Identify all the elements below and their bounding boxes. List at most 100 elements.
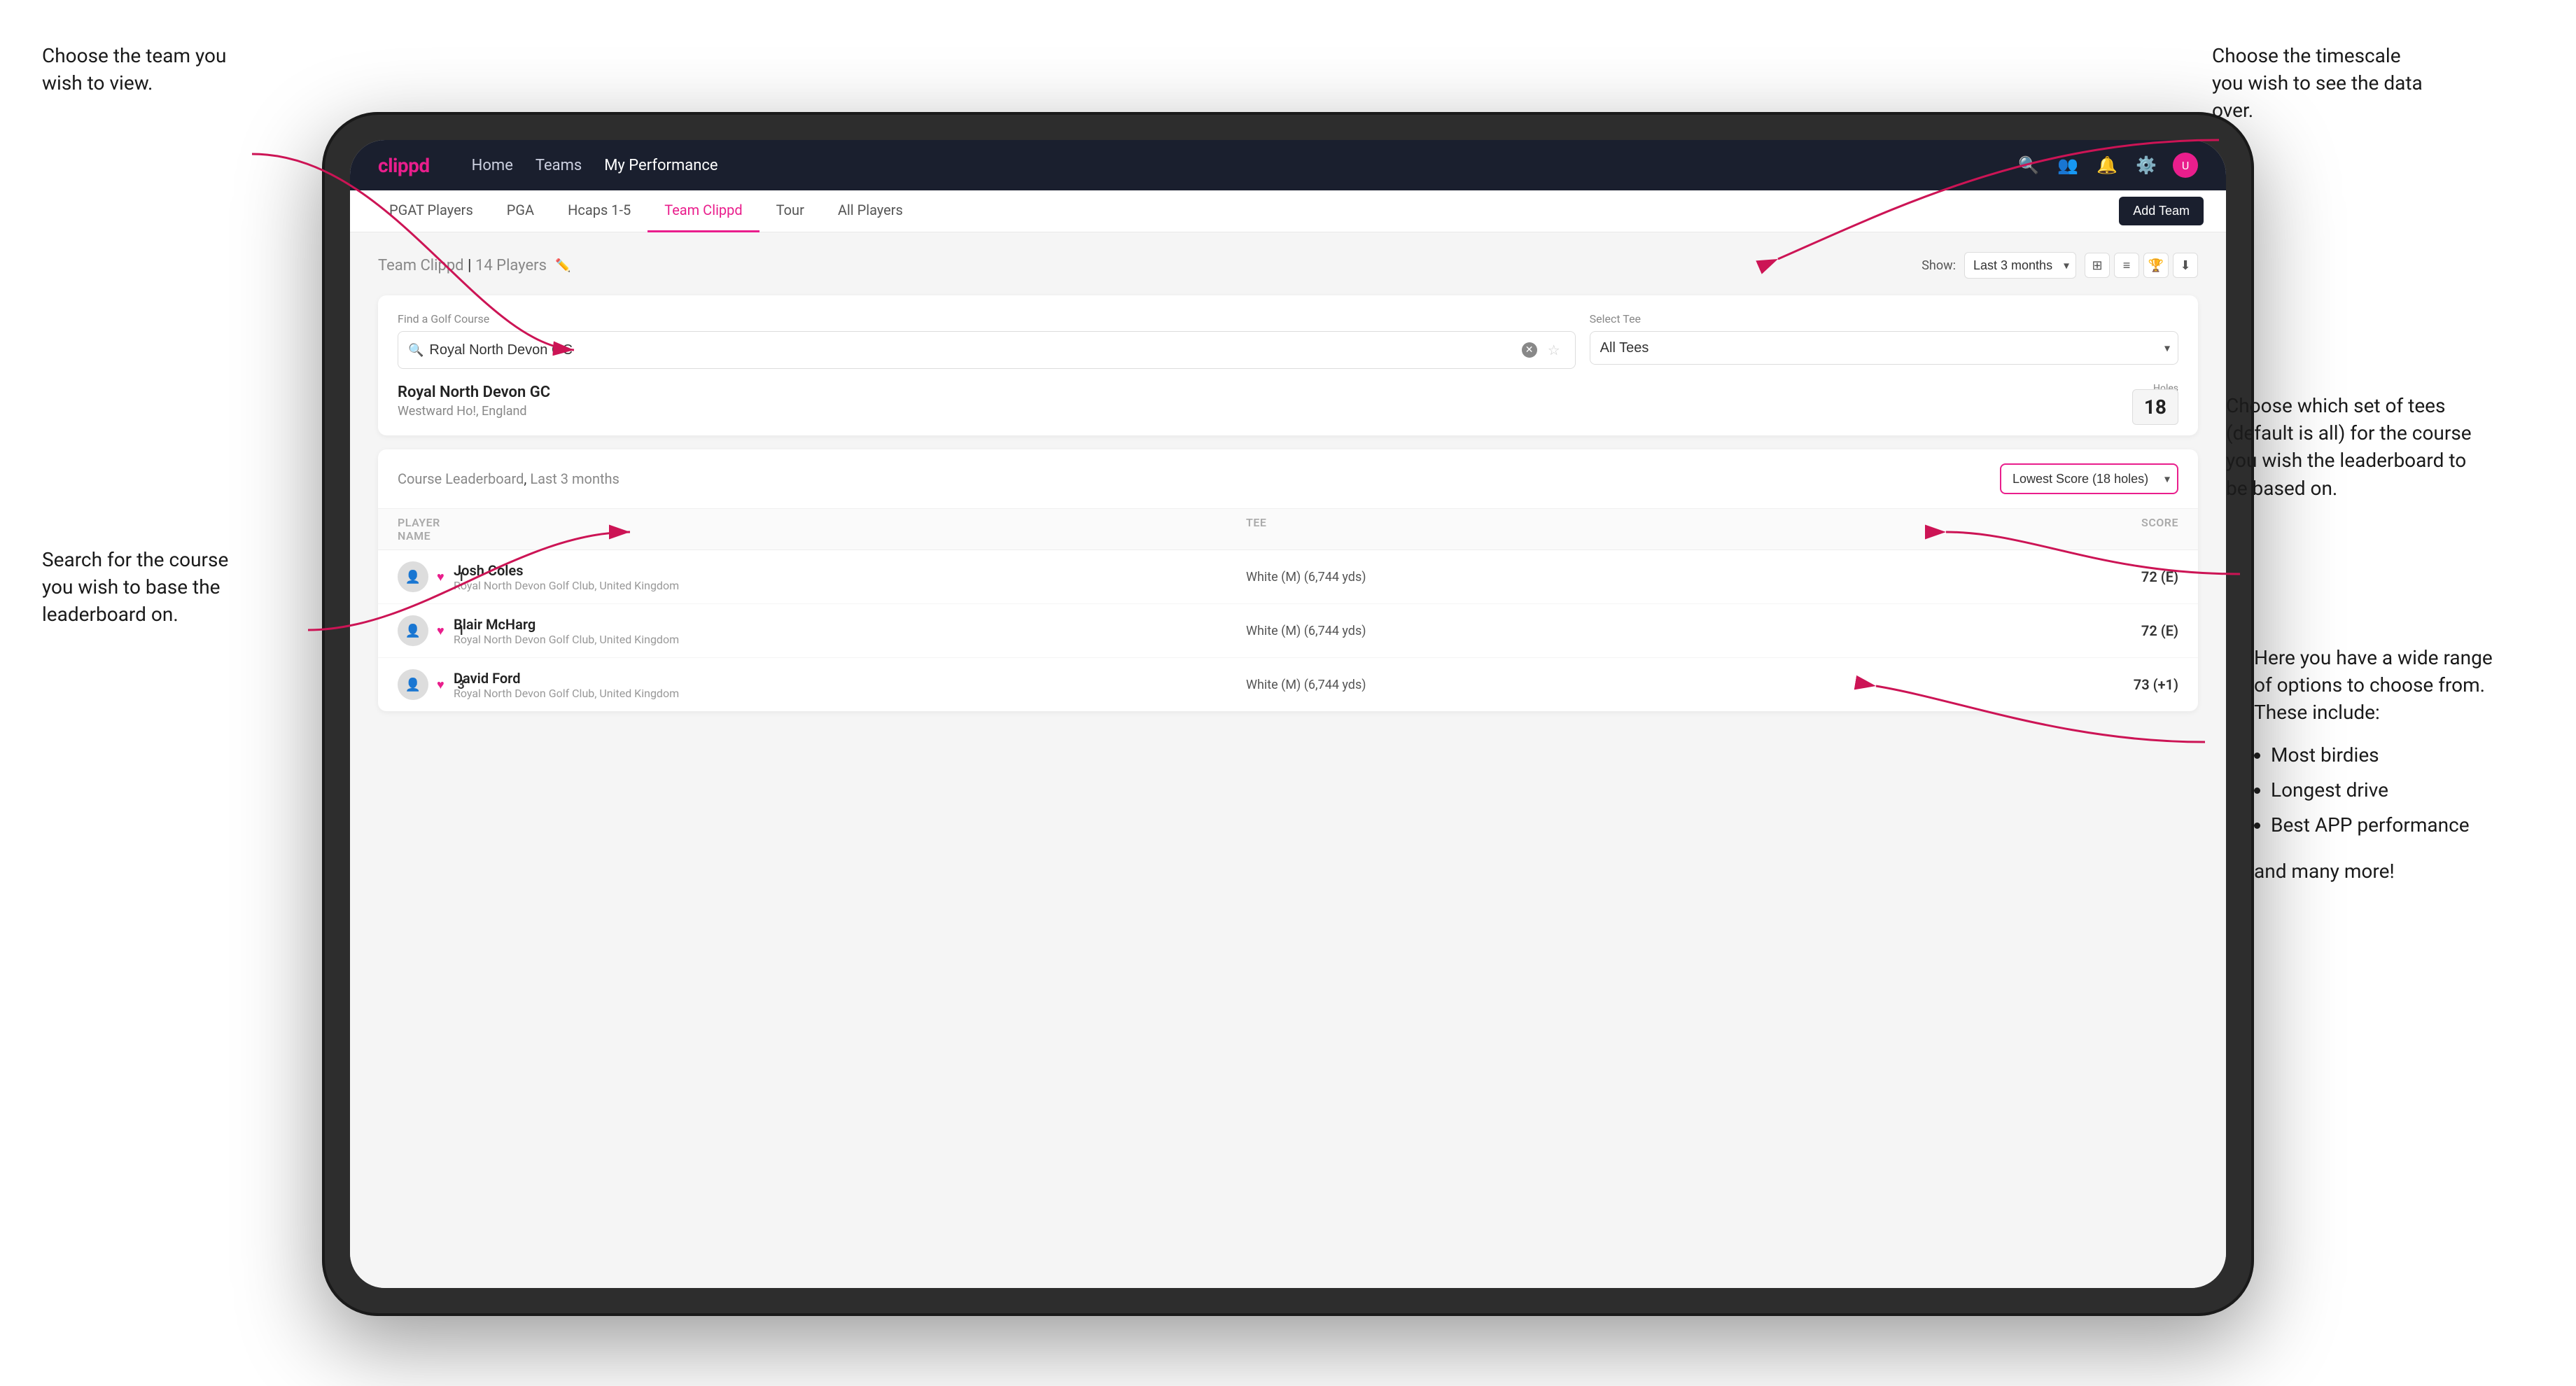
leaderboard-table: PLAYER NAME TEE SCORE 👤 ♥ 1 Josh <box>378 509 2198 711</box>
edit-icon[interactable]: ✏️ <box>555 258 570 273</box>
subnav-pgat[interactable]: PGAT Players <box>372 190 490 232</box>
player-club-1: Royal North Devon Golf Club, United King… <box>454 579 1246 592</box>
subnav-pga[interactable]: PGA <box>490 190 551 232</box>
annotation-bottom-left-text: Search for the course you wish to base t… <box>42 548 228 626</box>
player-name-cell-1: Josh Coles Royal North Devon Golf Club, … <box>454 562 1246 592</box>
player-cell-1: 👤 ♥ 1 <box>398 561 454 592</box>
tee-cell-2: White (M) (6,744 yds) <box>1246 624 2038 638</box>
subnav-hcaps[interactable]: Hcaps 1-5 <box>551 190 648 232</box>
subnav-team-clippd[interactable]: Team Clippd <box>648 190 759 232</box>
logo: clippd <box>378 154 430 177</box>
team-header: Team Clippd | 14 Players ✏️ Show: Last m… <box>378 252 2198 279</box>
people-icon[interactable]: 👥 <box>2055 153 2080 178</box>
bell-icon[interactable]: 🔔 <box>2094 153 2120 178</box>
player-club-3: Royal North Devon Golf Club, United King… <box>454 687 1246 700</box>
bullet-3: Best APP performance <box>2271 808 2506 843</box>
annotation-bottom-left: Search for the course you wish to base t… <box>42 546 238 629</box>
view-icons: ⊞ ≡ 🏆 ⬇ <box>2085 253 2198 278</box>
player-avatar-3: 👤 <box>398 669 428 700</box>
annotation-top-left-text: Choose the team you wish to view. <box>42 44 226 94</box>
annotation-top-right-text: Choose the timescale you wish to see the… <box>2212 44 2423 122</box>
bullet-1: Most birdies <box>2271 738 2506 773</box>
search-input-wrapper[interactable]: 🔍 ✕ ☆ <box>398 331 1576 369</box>
score-cell-1: 72 (E) <box>2038 568 2178 585</box>
main-content: Team Clippd | 14 Players ✏️ Show: Last m… <box>350 232 2226 1288</box>
heart-icon-2[interactable]: ♥ <box>437 624 444 638</box>
holes-badge: Holes 18 <box>2132 383 2178 419</box>
col-player-header: PLAYER NAME <box>398 516 454 542</box>
col-player-name-header <box>454 516 1246 542</box>
tee-cell-3: White (M) (6,744 yds) <box>1246 678 2038 692</box>
player-cell-3: 👤 ♥ 3 <box>398 669 454 700</box>
download-icon[interactable]: ⬇ <box>2173 253 2198 278</box>
search-field: Find a Golf Course 🔍 ✕ ☆ <box>398 312 1576 369</box>
nav-home[interactable]: Home <box>472 157 513 174</box>
list-view-icon[interactable]: ≡ <box>2114 253 2139 278</box>
player-name-cell-2: Blair McHarg Royal North Devon Golf Club… <box>454 616 1246 646</box>
show-select[interactable]: Last month Last 3 months Last 6 months L… <box>1964 252 2076 279</box>
table-row: 👤 ♥ 1 Blair McHarg Royal North Devon Gol… <box>378 604 2198 658</box>
heart-icon-1[interactable]: ♥ <box>437 570 444 584</box>
trophy-icon[interactable]: 🏆 <box>2143 253 2169 278</box>
player-name-1: Josh Coles <box>454 562 1246 579</box>
nav-my-performance[interactable]: My Performance <box>604 157 718 174</box>
nav-items: Home Teams My Performance <box>472 157 1988 174</box>
show-label: Show: <box>1921 258 1956 273</box>
course-search-input[interactable] <box>429 342 1516 358</box>
tee-select[interactable]: All Tees White (M) Yellow (M) Red (L) <box>1590 331 2178 365</box>
search-magnifier-icon: 🔍 <box>408 343 424 358</box>
subnav-tour[interactable]: Tour <box>760 190 821 232</box>
player-avatar-2: 👤 <box>398 615 428 646</box>
player-club-2: Royal North Devon Golf Club, United King… <box>454 633 1246 646</box>
bullet-2: Longest drive <box>2271 773 2506 808</box>
annotation-mid-right-text: Choose which set of tees (default is all… <box>2226 394 2472 500</box>
heart-icon-3[interactable]: ♥ <box>437 678 444 692</box>
annotation-far-right-bottom-title: Here you have a wide range of options to… <box>2254 644 2506 727</box>
subnav-all-players[interactable]: All Players <box>821 190 920 232</box>
annotation-top-right: Choose the timescale you wish to see the… <box>2212 42 2436 125</box>
player-cell-2: 👤 ♥ 1 <box>398 615 454 646</box>
table-row: 👤 ♥ 1 Josh Coles Royal North Devon Golf … <box>378 550 2198 604</box>
course-result: Royal North Devon GC Westward Ho!, Engla… <box>398 369 2178 419</box>
holes-value: 18 <box>2132 389 2178 425</box>
add-team-button[interactable]: Add Team <box>2119 197 2204 225</box>
top-nav: clippd Home Teams My Performance 🔍 👥 🔔 ⚙… <box>350 140 2226 190</box>
find-course-label: Find a Golf Course <box>398 312 1576 326</box>
nav-teams[interactable]: Teams <box>536 157 582 174</box>
tee-select-wrapper: All Tees White (M) Yellow (M) Red (L) <box>1590 331 2178 365</box>
course-location: Westward Ho!, England <box>398 404 550 419</box>
course-info: Royal North Devon GC Westward Ho!, Engla… <box>398 384 550 419</box>
course-name: Royal North Devon GC <box>398 384 550 401</box>
leaderboard-header: Course Leaderboard, Last 3 months Lowest… <box>378 449 2198 509</box>
search-card: Find a Golf Course 🔍 ✕ ☆ Select Tee Al <box>378 295 2198 435</box>
avatar[interactable]: U <box>2173 153 2198 178</box>
col-tee-header: TEE <box>1246 516 2038 542</box>
score-cell-3: 73 (+1) <box>2038 676 2178 693</box>
clear-search-button[interactable]: ✕ <box>1522 342 1537 358</box>
sub-nav: PGAT Players PGA Hcaps 1-5 Team Clippd T… <box>350 190 2226 232</box>
col-score-header: SCORE <box>2038 516 2178 542</box>
table-header: PLAYER NAME TEE SCORE <box>378 509 2198 550</box>
annotation-far-right-bottom: Here you have a wide range of options to… <box>2254 644 2506 885</box>
search-icon[interactable]: 🔍 <box>2016 153 2041 178</box>
show-select-wrapper: Last month Last 3 months Last 6 months L… <box>1964 252 2076 279</box>
tee-cell-1: White (M) (6,744 yds) <box>1246 570 2038 584</box>
nav-icons: 🔍 👥 🔔 ⚙️ U <box>2016 153 2198 178</box>
tablet-frame: clippd Home Teams My Performance 🔍 👥 🔔 ⚙… <box>322 112 2254 1316</box>
grid-view-icon[interactable]: ⊞ <box>2085 253 2110 278</box>
tee-label: Select Tee <box>1590 312 2178 326</box>
player-name-cell-3: David Ford Royal North Devon Golf Club, … <box>454 670 1246 700</box>
table-row: 👤 ♥ 3 David Ford Royal North Devon Golf … <box>378 658 2198 711</box>
leaderboard-card: Course Leaderboard, Last 3 months Lowest… <box>378 449 2198 711</box>
player-name-3: David Ford <box>454 670 1246 687</box>
favourite-icon[interactable]: ☆ <box>1543 339 1565 361</box>
team-title: Team Clippd | 14 Players <box>378 257 547 274</box>
player-name-2: Blair McHarg <box>454 616 1246 633</box>
tee-field: Select Tee All Tees White (M) Yellow (M)… <box>1590 312 2178 365</box>
annotation-mid-right: Choose which set of tees (default is all… <box>2226 392 2492 502</box>
score-type-select[interactable]: Lowest Score (18 holes) Most Birdies Lon… <box>2000 463 2178 494</box>
settings-icon[interactable]: ⚙️ <box>2134 153 2159 178</box>
show-controls: Show: Last month Last 3 months Last 6 mo… <box>1921 252 2198 279</box>
tablet-screen: clippd Home Teams My Performance 🔍 👥 🔔 ⚙… <box>350 140 2226 1288</box>
annotation-far-right-suffix: and many more! <box>2254 858 2506 885</box>
